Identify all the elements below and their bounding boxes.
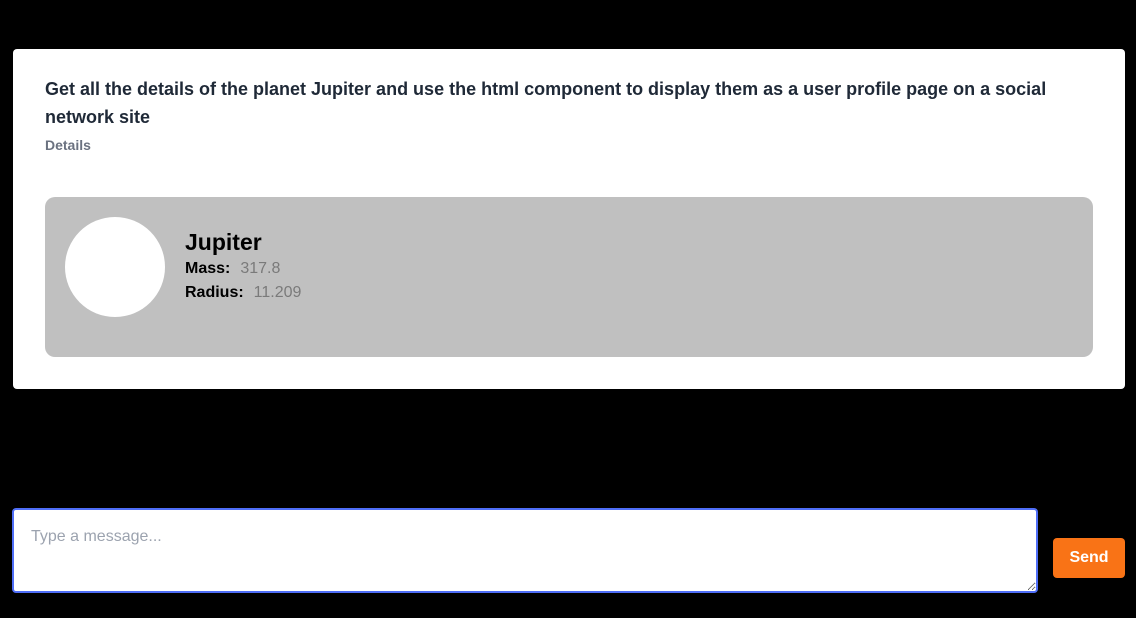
mass-value: 317.8	[240, 260, 281, 277]
mass-row: Mass: 317.8	[185, 257, 301, 281]
planet-profile-card: Jupiter Mass: 317.8 Radius: 11.209	[45, 197, 1093, 357]
profile-name: Jupiter	[185, 229, 262, 255]
radius-label: Radius:	[185, 284, 244, 301]
avatar	[65, 217, 165, 317]
radius-value: 11.209	[253, 284, 302, 301]
radius-row: Radius: 11.209	[185, 281, 301, 305]
message-prompt: Get all the details of the planet Jupite…	[45, 79, 1047, 127]
message-input[interactable]	[12, 508, 1038, 593]
message-card: Get all the details of the planet Jupite…	[13, 49, 1125, 389]
send-button[interactable]: Send	[1053, 538, 1125, 578]
mass-label: Mass:	[185, 260, 231, 277]
details-toggle[interactable]: Details	[45, 135, 1093, 155]
profile-info: Jupiter Mass: 317.8 Radius: 11.209	[185, 227, 301, 305]
